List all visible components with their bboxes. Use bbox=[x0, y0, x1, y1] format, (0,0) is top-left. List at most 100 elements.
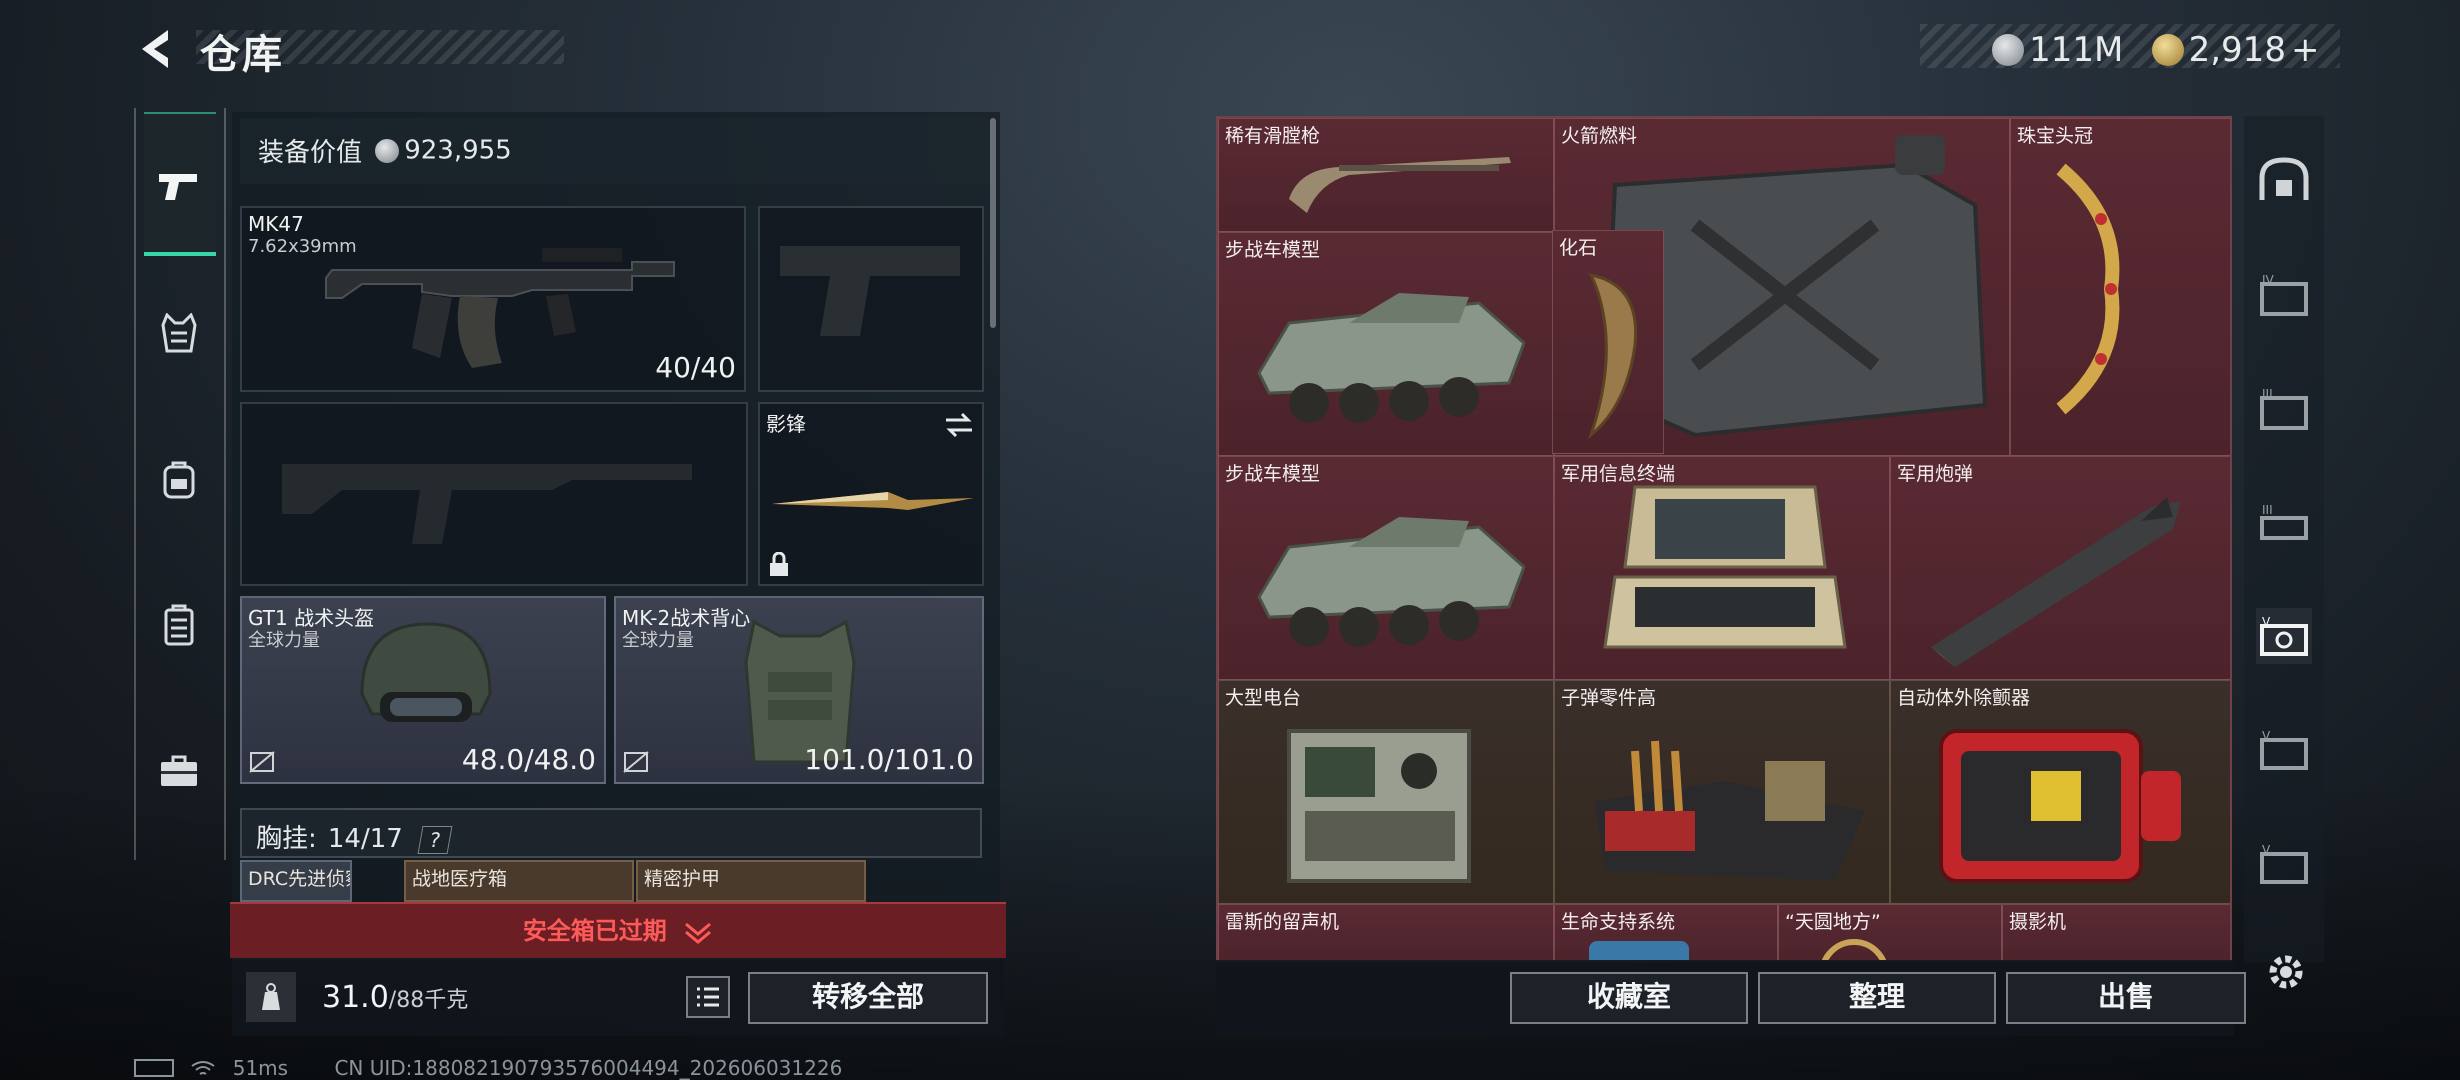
stash-tab-5-active-icon[interactable]: V bbox=[2256, 608, 2312, 664]
collection-room-button[interactable]: 收藏室 bbox=[1510, 972, 1748, 1024]
silver-amount: 111M bbox=[2029, 30, 2124, 70]
gold-coin-icon bbox=[2151, 34, 2184, 66]
grid-item-camera[interactable]: 摄影机 bbox=[2002, 904, 2230, 960]
grid-item-fossil[interactable]: 化石 bbox=[1552, 230, 1664, 454]
case-icon[interactable] bbox=[144, 590, 214, 660]
grid-item-round-square[interactable]: “天圆地方” bbox=[1778, 904, 2002, 960]
weight-max: /88千克 bbox=[388, 988, 469, 1013]
svg-text:III: III bbox=[2262, 503, 2273, 517]
grid-item-ammo-parts[interactable]: 子弹零件高 bbox=[1554, 680, 1890, 904]
lock-icon bbox=[770, 552, 788, 576]
helmet-slot[interactable]: GT1 战术头盔 全球力量 48.0/48.0 bbox=[240, 596, 606, 784]
grid-item-life-support[interactable]: 生命支持系统 bbox=[1554, 904, 1778, 960]
vest-durability: 101.0/101.0 bbox=[804, 743, 974, 776]
grid-item-large-radio[interactable]: 大型电台 bbox=[1218, 680, 1554, 904]
stash-tab-3b-icon[interactable]: III bbox=[2256, 496, 2312, 552]
stash-tab-5c-icon[interactable]: V bbox=[2256, 836, 2312, 892]
chest-item-2[interactable]: 战地医疗箱 bbox=[404, 860, 634, 902]
status-bar: 51ms CN UID:188082190793576004494_202606… bbox=[134, 1054, 842, 1080]
list-icon bbox=[697, 987, 719, 1007]
armored-vehicle-icon bbox=[1257, 293, 1526, 423]
right-bottom-bar: 收藏室 整理 出售 bbox=[1216, 960, 2246, 1036]
page-title: 仓库 bbox=[200, 32, 284, 78]
life-support-icon bbox=[1589, 941, 1689, 960]
radio-icon bbox=[1287, 729, 1471, 883]
stash-tab-4-icon[interactable]: IV bbox=[2256, 268, 2312, 324]
missile-icon bbox=[1931, 497, 2181, 667]
terminal-icon bbox=[1603, 485, 1847, 649]
stash-tab-3a-icon[interactable]: III bbox=[2256, 382, 2312, 438]
grid-item-crown[interactable]: 珠宝头冠 bbox=[2010, 118, 2230, 456]
primary-weapon-slot[interactable]: MK47 7.62x39mm 40/40 bbox=[240, 206, 746, 392]
grid-item-military-terminal[interactable]: 军用信息终端 bbox=[1554, 456, 1890, 680]
weapon-name: MK47 bbox=[248, 212, 304, 236]
weight-current: 31.0 bbox=[322, 980, 389, 1015]
equipment-value-bar: 装备价值 923,955 bbox=[240, 118, 992, 184]
fossil-claw-icon bbox=[1587, 272, 1638, 440]
svg-text:V: V bbox=[2262, 615, 2271, 629]
chest-rig-count: 14/17 bbox=[327, 824, 403, 854]
grid-item-aed[interactable]: 自动体外除颤器 bbox=[1890, 680, 2230, 904]
pistol-silhouette-icon bbox=[780, 246, 960, 336]
vest-slot[interactable]: MK-2战术背心 全球力量 101.0/101.0 bbox=[614, 596, 984, 784]
sell-button[interactable]: 出售 bbox=[2006, 972, 2246, 1024]
silver-coin-icon bbox=[375, 138, 400, 163]
melee-slot[interactable]: 影锋 bbox=[758, 402, 984, 586]
battery-icon bbox=[134, 1058, 174, 1077]
backpack-icon[interactable] bbox=[144, 444, 214, 514]
pistol-slot[interactable] bbox=[758, 206, 984, 392]
svg-text:V: V bbox=[2262, 843, 2271, 857]
stash-tab-5b-icon[interactable]: V bbox=[2256, 722, 2312, 778]
tiara-icon bbox=[2056, 163, 2120, 415]
safe-box-expired-banner[interactable]: 安全箱已过期 bbox=[230, 902, 1006, 958]
wifi-icon bbox=[190, 1059, 216, 1077]
chevron-down-icon bbox=[685, 922, 712, 944]
gold-amount: 2,918 bbox=[2188, 30, 2286, 70]
uid-text: CN UID:188082190793576004494_20260603122… bbox=[334, 1055, 843, 1080]
no-insure-icon bbox=[249, 751, 275, 773]
settings-gear-icon[interactable] bbox=[2264, 950, 2308, 994]
currency-bar: 111M 2,918 + bbox=[1920, 24, 2340, 70]
compass-icon bbox=[1819, 939, 1889, 960]
stash-home-icon[interactable] bbox=[2256, 152, 2312, 208]
weapon-ammo: 40/40 bbox=[655, 351, 736, 384]
stash-tab-sidebar: IV III III V V V bbox=[2244, 116, 2324, 962]
chest-rig-bar[interactable]: 胸挂: 14/17 ? bbox=[240, 808, 982, 858]
ping-text: 51ms bbox=[232, 1055, 289, 1080]
pistol-icon[interactable] bbox=[144, 152, 214, 222]
weight-icon bbox=[246, 972, 296, 1022]
help-button[interactable]: ? bbox=[417, 826, 453, 854]
grid-item-artillery-shell[interactable]: 军用炮弹 bbox=[1890, 456, 2230, 680]
add-currency-button[interactable]: + bbox=[2291, 30, 2320, 70]
svg-text:IV: IV bbox=[2262, 274, 2275, 287]
vest-brand: 全球力量 bbox=[622, 630, 694, 651]
musket-icon bbox=[1289, 157, 1511, 213]
secondary-weapon-slot[interactable] bbox=[240, 402, 748, 586]
grid-item-ifv-model-1[interactable]: 步战车模型 bbox=[1218, 232, 1554, 456]
grid-item-ifv-model-2[interactable]: 步战车模型 bbox=[1218, 456, 1554, 680]
silver-coin-icon bbox=[1992, 34, 2024, 66]
left-bottom-bar: 31.0/88千克 转移全部 bbox=[232, 960, 1004, 1036]
equipment-scrollbar[interactable] bbox=[990, 118, 996, 328]
swap-icon[interactable] bbox=[944, 412, 974, 438]
equipment-value-label: 装备价值 bbox=[258, 138, 363, 168]
chest-item-1[interactable]: DRC先进侦察... bbox=[240, 860, 352, 902]
back-arrow-icon[interactable] bbox=[132, 24, 182, 74]
chest-item-3[interactable]: 精密护甲 bbox=[636, 860, 866, 902]
knife-icon bbox=[772, 492, 974, 510]
grid-item-phonograph[interactable]: 雷斯的留声机 bbox=[1218, 904, 1554, 960]
equipment-value: 923,955 bbox=[404, 135, 512, 166]
svg-text:III: III bbox=[2262, 388, 2273, 401]
transfer-all-button[interactable]: 转移全部 bbox=[748, 972, 988, 1024]
rifle-silhouette-icon bbox=[282, 464, 692, 544]
sort-button[interactable]: 整理 bbox=[1758, 972, 1996, 1024]
no-insure-icon bbox=[623, 751, 649, 773]
rifle-icon bbox=[325, 248, 675, 368]
svg-text:V: V bbox=[2262, 729, 2271, 743]
toolbox-icon[interactable] bbox=[144, 736, 214, 806]
helmet-brand: 全球力量 bbox=[248, 630, 320, 651]
vest-icon[interactable] bbox=[144, 298, 214, 368]
grid-item-musket[interactable]: 稀有滑膛枪 bbox=[1218, 118, 1554, 232]
stash-grid: 稀有滑膛枪 火箭燃料 珠宝头冠 步战车模型 步战车模型 军用信息终端 军用炮弹 … bbox=[1216, 116, 2232, 962]
list-view-button[interactable] bbox=[686, 976, 730, 1018]
